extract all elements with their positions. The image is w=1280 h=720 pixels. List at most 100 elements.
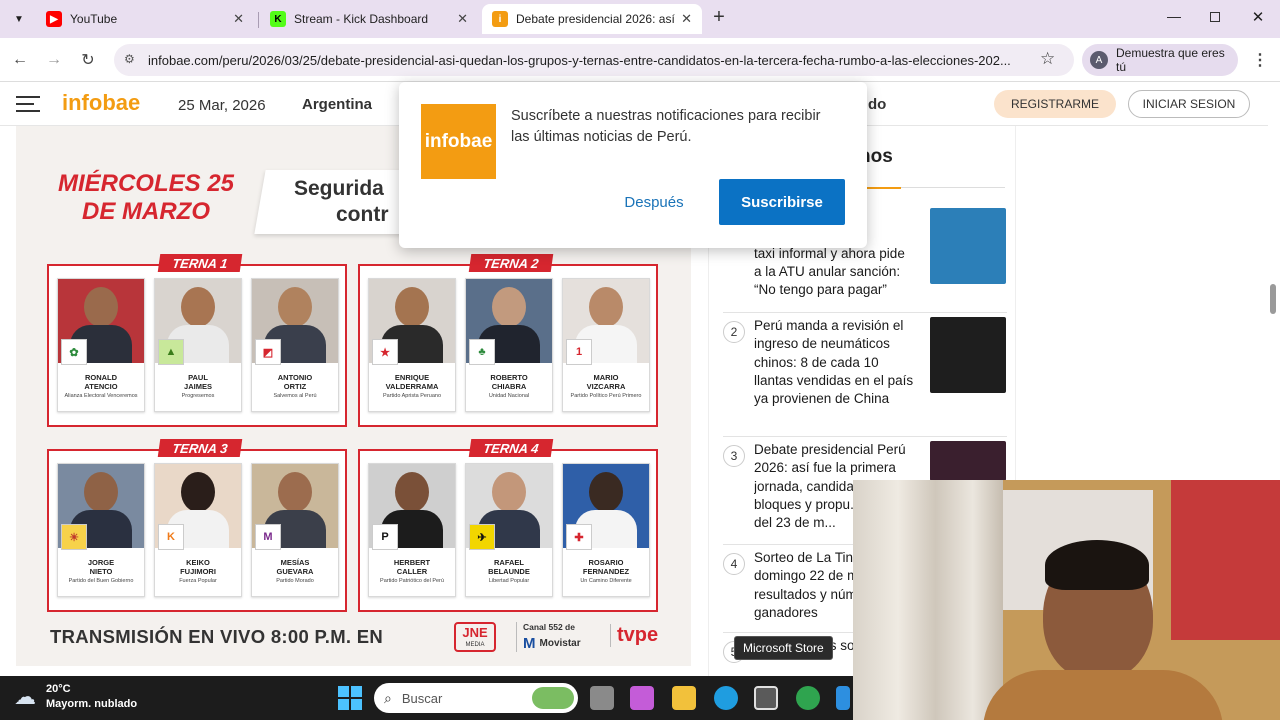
edge-icon[interactable] [714, 686, 738, 710]
search-placeholder: Buscar [401, 690, 443, 706]
hamburger-menu-icon[interactable] [16, 96, 40, 112]
copilot-icon[interactable] [630, 686, 654, 710]
news-item[interactable]: 2 Perú manda a revisión el ingreso de ne… [723, 312, 1007, 430]
popup-logo: infobae [421, 104, 496, 179]
tab-kick[interactable]: K Stream - Kick Dashboard ✕ [260, 4, 478, 34]
party-logo-icon: 1 [566, 339, 592, 365]
terna-3: TERNA 3 ☀ JORGE NIETO Partido del Buen G… [47, 439, 347, 612]
weather-condition[interactable]: Mayorm. nublado [46, 698, 137, 710]
taskbar-search[interactable]: ⌕ Buscar [374, 683, 578, 713]
party-logo-icon: P [372, 524, 398, 550]
webcam-overlay [853, 480, 1280, 720]
terna-1: TERNA 1 ✿ RONALD ATENCIO Alianza Elector… [47, 254, 347, 427]
rank-number: 3 [723, 445, 745, 467]
news-thumbnail[interactable] [930, 208, 1006, 284]
movistar-logo: Canal 552 de M Movistar [516, 622, 592, 652]
shield-icon[interactable] [836, 686, 850, 710]
candidate-card: ▲ PAUL JAIMES Progresemos [154, 278, 242, 412]
candidate-card: ★ ENRIQUE VALDERRAMA Partido Aprista Per… [368, 278, 456, 412]
bookmark-star-icon[interactable]: ☆ [1040, 49, 1055, 69]
tab-youtube[interactable]: ▶ YouTube ✕ [36, 4, 254, 34]
scrollbar-thumb[interactable] [1270, 284, 1276, 314]
candidate-card: ☀ JORGE NIETO Partido del Buen Gobierno [57, 463, 145, 597]
person-shirt [983, 670, 1223, 720]
windows-start-icon[interactable] [338, 686, 362, 710]
jne-logo: JNE MEDIA [454, 622, 496, 652]
tab-title: Debate presidencial 2026: así q [516, 12, 676, 26]
weather-temp[interactable]: 20°C [46, 683, 71, 695]
new-tab-button[interactable]: + [708, 6, 730, 30]
candidate-card: ✿ RONALD ATENCIO Alianza Electoral Vence… [57, 278, 145, 412]
party-logo-icon: M [255, 524, 281, 550]
youtube-icon: ▶ [46, 11, 62, 27]
close-icon[interactable]: ✕ [457, 11, 468, 27]
browser-toolbar: ← → ↻ ⚙ infobae.com/peru/2026/03/25/deba… [0, 38, 1280, 82]
candidate-card: M MESÍAS GUEVARA Partido Morado [251, 463, 339, 597]
party-logo-icon: ✈ [469, 524, 495, 550]
url-text: infobae.com/peru/2026/03/25/debate-presi… [148, 52, 1011, 68]
nav-argentina[interactable]: Argentina [302, 96, 372, 113]
terna-title: TERNA 4 [468, 439, 554, 457]
infobae-icon: i [492, 11, 508, 27]
restore-button[interactable] [1206, 9, 1224, 27]
profile-button[interactable]: A Demuestra que eres tú [1082, 44, 1238, 76]
minimize-button[interactable]: — [1164, 8, 1184, 28]
search-icon: ⌕ [384, 689, 392, 706]
subscribe-button[interactable]: Suscribirse [719, 179, 845, 225]
party-logo-icon: ★ [372, 339, 398, 365]
banner-poster [1171, 480, 1280, 640]
chrome-icon[interactable] [796, 686, 820, 710]
party-logo-icon: ♣ [469, 339, 495, 365]
close-window-button[interactable]: ✕ [1248, 8, 1268, 28]
nav-item-partial[interactable]: do [868, 96, 886, 113]
party-logo-icon: ▲ [158, 339, 184, 365]
terna-title: TERNA 2 [468, 254, 554, 272]
terna-title: TERNA 1 [157, 254, 243, 272]
person-hair [1045, 540, 1149, 590]
news-thumbnail[interactable] [930, 441, 1006, 481]
site-info-icon[interactable]: ⚙ [124, 52, 135, 66]
search-highlight-icon [532, 687, 574, 709]
file-explorer-icon[interactable] [672, 686, 696, 710]
tab-infobae[interactable]: i Debate presidencial 2026: así q ✕ [482, 4, 702, 34]
reload-button[interactable]: ↻ [76, 48, 100, 72]
address-bar[interactable]: ⚙ infobae.com/peru/2026/03/25/debate-pre… [114, 44, 1074, 76]
login-button[interactable]: INICIAR SESION [1128, 90, 1250, 118]
close-icon[interactable]: ✕ [233, 11, 244, 27]
tab-title: Stream - Kick Dashboard [294, 12, 429, 26]
kick-icon: K [270, 11, 286, 27]
curtain [853, 480, 1003, 720]
task-view-icon[interactable] [590, 686, 614, 710]
tab-strip: ▼ ▶ YouTube ✕ K Stream - Kick Dashboard … [0, 0, 1280, 38]
news-thumbnail[interactable] [930, 317, 1006, 393]
forward-button[interactable]: → [42, 48, 66, 72]
candidate-card: ✚ ROSARIO FERNANDEZ Un Camino Diferente [562, 463, 650, 597]
weather-cloud-icon[interactable]: ☁ [14, 684, 36, 710]
profile-label: Demuestra que eres tú [1115, 46, 1225, 74]
back-button[interactable]: ← [8, 48, 32, 72]
site-date: 25 Mar, 2026 [178, 97, 266, 114]
tooltip: Microsoft Store [734, 636, 833, 660]
menu-icon[interactable]: ⋮ [1248, 48, 1272, 72]
tab-search-button[interactable]: ▼ [8, 8, 30, 30]
register-button[interactable]: REGISTRARME [994, 90, 1116, 118]
candidate-card: P HERBERT CALLER Partido Patriótico del … [368, 463, 456, 597]
terna-2: TERNA 2 ★ ENRIQUE VALDERRAMA Partido Apr… [358, 254, 658, 427]
candidate-card: ◩ ANTONIO ORTIZ Salvemos al Perú [251, 278, 339, 412]
site-logo[interactable]: infobae [62, 90, 140, 116]
date-heading: MIÉRCOLES 25 DE MARZO [57, 170, 235, 225]
candidate-card: K KEIKO FUJIMORI Fuerza Popular [154, 463, 242, 597]
microsoft-store-icon[interactable] [754, 686, 778, 710]
party-logo-icon: ☀ [61, 524, 87, 550]
candidate-card: ♣ ROBERTO CHIABRA Unidad Nacional [465, 278, 553, 412]
candidate-card: ✈ RAFAEL BELAUNDE Libertad Popular [465, 463, 553, 597]
close-icon[interactable]: ✕ [681, 11, 692, 27]
party-logo-icon: ✿ [61, 339, 87, 365]
avatar: A [1090, 51, 1108, 69]
later-button[interactable]: Después [609, 180, 699, 224]
terna-title: TERNA 3 [157, 439, 243, 457]
news-title[interactable]: Perú manda a revisión el ingreso de neum… [754, 317, 918, 408]
notification-popup: infobae Suscríbete a nuestras notificaci… [399, 82, 867, 248]
rank-number: 2 [723, 321, 745, 343]
candidate-card: 1 MARIO VIZCARRA Partido Político Perú P… [562, 278, 650, 412]
